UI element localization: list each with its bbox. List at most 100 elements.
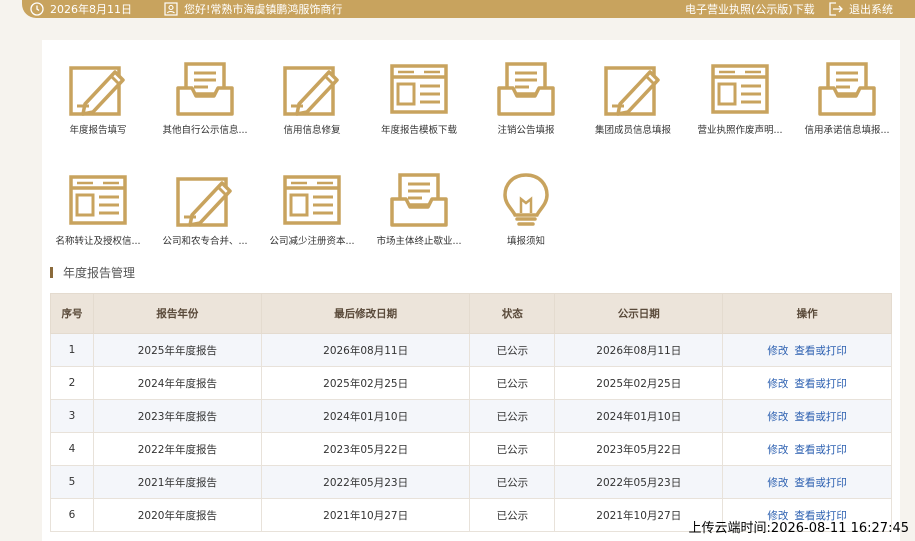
tile-label: 填报须知 bbox=[506, 236, 545, 247]
pencil-edit-icon bbox=[604, 66, 660, 116]
date-display: 2026年8月11日 bbox=[30, 0, 132, 18]
cell-year: 2020年年度报告 bbox=[92, 498, 262, 532]
tile-label: 市场主体终止歇业... bbox=[376, 236, 462, 247]
view-print-link[interactable]: 查看或打印 bbox=[794, 477, 847, 489]
view-print-link[interactable]: 查看或打印 bbox=[794, 444, 847, 456]
cell-index: 1 bbox=[50, 333, 94, 367]
tile-business-termination[interactable]: 市场主体终止歇业... bbox=[364, 171, 474, 247]
tile-label: 其他自行公示信息... bbox=[162, 125, 248, 136]
tile-filing-notes[interactable]: 填报须知 bbox=[471, 171, 581, 247]
cell-modified: 2025年02月25日 bbox=[260, 366, 471, 400]
tile-name-transfer[interactable]: 名称转让及授权信... bbox=[43, 171, 153, 247]
cell-status: 已公示 bbox=[469, 498, 556, 532]
license-download-text[interactable]: 电子营业执照(公示版)下载 bbox=[685, 1, 815, 17]
greeting: 您好!常熟市海虞镇鹏鸿服饰商行 bbox=[164, 0, 342, 18]
cell-modified: 2026年08月11日 bbox=[260, 333, 471, 367]
inbox-tray-icon bbox=[818, 62, 876, 116]
column-header: 序号 bbox=[50, 293, 94, 334]
cell-status: 已公示 bbox=[469, 465, 556, 499]
cell-index: 4 bbox=[50, 432, 94, 466]
edit-link[interactable]: 修改 bbox=[767, 378, 788, 390]
cell-actions: 修改 查看或打印 bbox=[722, 366, 892, 400]
view-print-link[interactable]: 查看或打印 bbox=[794, 345, 847, 357]
cell-index: 2 bbox=[50, 366, 94, 400]
lightbulb-icon bbox=[503, 173, 549, 226]
inbox-tray-icon bbox=[390, 173, 448, 227]
cell-actions: 修改 查看或打印 bbox=[722, 399, 892, 433]
tile-label: 公司和农专合并、... bbox=[162, 236, 248, 247]
logout-icon bbox=[829, 2, 843, 16]
cell-status: 已公示 bbox=[469, 399, 556, 433]
tile-label: 名称转让及授权信... bbox=[55, 236, 141, 247]
cell-year: 2024年年度报告 bbox=[92, 366, 262, 400]
cell-modified: 2021年10月27日 bbox=[260, 498, 471, 532]
section-title-text: 年度报告管理 bbox=[63, 266, 136, 280]
tile-license-void-statement[interactable]: 营业执照作废声明... bbox=[685, 60, 795, 136]
cell-index: 5 bbox=[50, 465, 94, 499]
table-row: 4 2022年年度报告 2023年05月22日 已公示 2023年05月22日 … bbox=[50, 432, 892, 466]
cell-modified: 2024年01月10日 bbox=[260, 399, 471, 433]
tile-label: 集团成员信息填报 bbox=[594, 125, 671, 136]
pencil-edit-icon bbox=[176, 177, 232, 227]
cell-published: 2023年05月22日 bbox=[554, 432, 724, 466]
tile-label: 年度报告模板下载 bbox=[380, 125, 457, 136]
license-download-link[interactable]: 电子营业执照(公示版)下载 bbox=[685, 0, 815, 18]
user-card-icon bbox=[164, 2, 178, 16]
edit-link[interactable]: 修改 bbox=[767, 345, 788, 357]
cell-year: 2023年年度报告 bbox=[92, 399, 262, 433]
cell-status: 已公示 bbox=[469, 432, 556, 466]
cell-index: 6 bbox=[50, 498, 94, 532]
view-print-link[interactable]: 查看或打印 bbox=[794, 378, 847, 390]
cell-year: 2022年年度报告 bbox=[92, 432, 262, 466]
cell-published: 2026年08月11日 bbox=[554, 333, 724, 367]
form-window-icon bbox=[69, 175, 127, 225]
tile-template-download[interactable]: 年度报告模板下载 bbox=[364, 60, 474, 136]
tile-label: 营业执照作废声明... bbox=[697, 125, 783, 136]
form-window-icon bbox=[283, 175, 341, 225]
date-text: 2026年8月11日 bbox=[50, 3, 132, 16]
edit-link[interactable]: 修改 bbox=[767, 477, 788, 489]
tile-annual-report-fill[interactable]: 年度报告填写 bbox=[43, 60, 153, 136]
table-row: 1 2025年年度报告 2026年08月11日 已公示 2026年08月11日 … bbox=[50, 333, 892, 367]
tile-group-member-info[interactable]: 集团成员信息填报 bbox=[578, 60, 688, 136]
table-row: 5 2021年年度报告 2022年05月23日 已公示 2022年05月23日 … bbox=[50, 465, 892, 499]
tile-label: 年度报告填写 bbox=[69, 125, 127, 136]
tile-capital-reduction[interactable]: 公司减少注册资本... bbox=[257, 171, 367, 247]
edit-link[interactable]: 修改 bbox=[767, 444, 788, 456]
table-row: 2 2024年年度报告 2025年02月25日 已公示 2025年02月25日 … bbox=[50, 366, 892, 400]
cell-actions: 修改 查看或打印 bbox=[722, 465, 892, 499]
pencil-edit-icon bbox=[283, 66, 339, 116]
form-window-icon bbox=[390, 64, 448, 114]
inbox-tray-icon bbox=[176, 62, 234, 116]
section-heading: 年度报告管理 bbox=[50, 264, 135, 281]
tile-label: 信用承诺信息填报... bbox=[804, 125, 890, 136]
column-header: 报告年份 bbox=[92, 293, 262, 334]
inbox-tray-icon bbox=[497, 62, 555, 116]
tile-credit-commitment[interactable]: 信用承诺信息填报... bbox=[792, 60, 902, 136]
cell-published: 2022年05月23日 bbox=[554, 465, 724, 499]
cell-actions: 修改 查看或打印 bbox=[722, 432, 892, 466]
cell-status: 已公示 bbox=[469, 333, 556, 367]
cell-year: 2025年年度报告 bbox=[92, 333, 262, 367]
cell-actions: 修改 查看或打印 bbox=[722, 333, 892, 367]
logout-text[interactable]: 退出系统 bbox=[849, 1, 893, 17]
table-row: 3 2023年年度报告 2024年01月10日 已公示 2024年01月10日 … bbox=[50, 399, 892, 433]
tile-company-coop-merge[interactable]: 公司和农专合并、... bbox=[150, 171, 260, 247]
column-header: 公示日期 bbox=[554, 293, 724, 334]
tile-label: 信用信息修复 bbox=[283, 125, 341, 136]
cell-status: 已公示 bbox=[469, 366, 556, 400]
column-header: 操作 bbox=[722, 293, 892, 334]
annual-report-table: 序号 报告年份 最后修改日期 状态 公示日期 操作 1 2025年年度报告 20… bbox=[50, 293, 892, 532]
tile-other-public-info[interactable]: 其他自行公示信息... bbox=[150, 60, 260, 136]
tile-label: 注销公告填报 bbox=[497, 125, 555, 136]
tile-cancellation-notice[interactable]: 注销公告填报 bbox=[471, 60, 581, 136]
cell-index: 3 bbox=[50, 399, 94, 433]
tile-label: 公司减少注册资本... bbox=[269, 236, 355, 247]
tile-credit-repair[interactable]: 信用信息修复 bbox=[257, 60, 367, 136]
cell-modified: 2023年05月22日 bbox=[260, 432, 471, 466]
edit-link[interactable]: 修改 bbox=[767, 411, 788, 423]
clock-icon bbox=[30, 2, 44, 16]
view-print-link[interactable]: 查看或打印 bbox=[794, 411, 847, 423]
section-bar bbox=[50, 267, 53, 278]
logout-button[interactable]: 退出系统 bbox=[828, 0, 893, 18]
